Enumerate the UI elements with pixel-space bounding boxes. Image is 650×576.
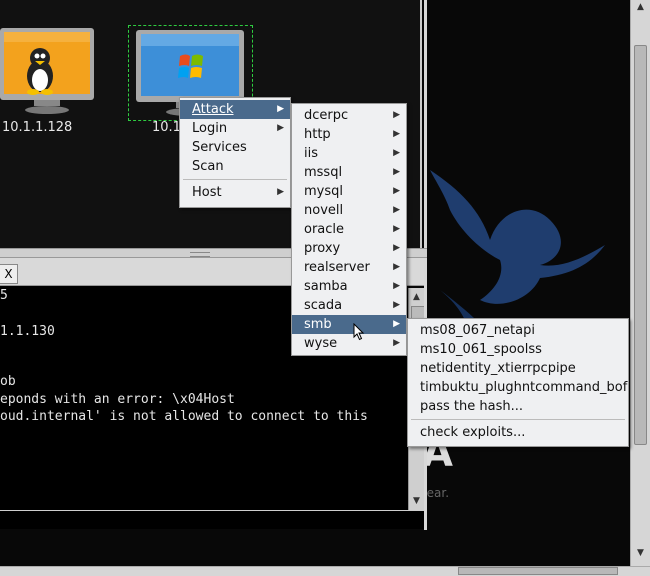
scroll-down-icon[interactable]: ▼ xyxy=(413,496,420,506)
menu-item-attack[interactable]: Attack ▶ xyxy=(180,100,290,119)
menu-item-login[interactable]: Login ▶ xyxy=(180,119,290,138)
console-line: oud.internal' is not allowed to connect … xyxy=(0,409,368,424)
host-context-menu: Attack ▶ Login ▶ Services Scan Host ▶ xyxy=(179,97,291,208)
mouse-cursor-icon xyxy=(353,323,365,341)
submenu-arrow-icon: ▶ xyxy=(393,281,400,291)
menu-item-label: Host xyxy=(192,185,222,200)
menu-item-label: novell xyxy=(304,203,344,218)
menu-item-services[interactable]: Services xyxy=(180,138,290,157)
console-line: ob xyxy=(0,374,16,389)
divider-grip[interactable] xyxy=(190,252,210,257)
submenu-arrow-icon: ▶ xyxy=(393,319,400,329)
menu-item-http[interactable]: http ▶ xyxy=(292,125,406,144)
menu-item-samba[interactable]: samba ▶ xyxy=(292,277,406,296)
menu-item-label: pass the hash... xyxy=(420,399,523,414)
menu-item-label: http xyxy=(304,127,331,142)
menu-item-ms10-061-spoolss[interactable]: ms10_061_spoolss xyxy=(408,340,628,359)
menu-item-novell[interactable]: novell ▶ xyxy=(292,201,406,220)
host-linux[interactable] xyxy=(0,26,96,116)
menu-item-label: scada xyxy=(304,298,343,313)
menu-item-label: proxy xyxy=(304,241,341,256)
menu-item-realserver[interactable]: realserver ▶ xyxy=(292,258,406,277)
menu-separator xyxy=(183,179,287,180)
menu-item-smb[interactable]: smb ▶ xyxy=(292,315,406,334)
menu-item-label: Scan xyxy=(192,159,224,174)
menu-item-pass-the-hash[interactable]: pass the hash... xyxy=(408,397,628,416)
tab-close-button[interactable]: X xyxy=(0,264,18,284)
submenu-arrow-icon: ▶ xyxy=(393,224,400,234)
scroll-up-icon[interactable]: ▲ xyxy=(413,292,420,302)
submenu-arrow-icon: ▶ xyxy=(393,148,400,158)
menu-item-iis[interactable]: iis ▶ xyxy=(292,144,406,163)
menu-item-label: ms10_061_spoolss xyxy=(420,342,542,357)
linux-monitor-icon xyxy=(0,28,94,114)
menu-item-scan[interactable]: Scan xyxy=(180,157,290,176)
smb-exploit-submenu: ms08_067_netapi ms10_061_spoolss netiden… xyxy=(407,318,629,447)
menu-item-label: realserver xyxy=(304,260,370,275)
menu-item-ms08-067-netapi[interactable]: ms08_067_netapi xyxy=(408,321,628,340)
submenu-arrow-icon: ▶ xyxy=(393,110,400,120)
host-label-linux[interactable]: 10.1.1.128 xyxy=(2,120,72,135)
console-input-bar[interactable] xyxy=(0,510,427,529)
menu-item-label: timbuktu_plughntcommand_bof xyxy=(420,380,628,395)
scroll-up-icon[interactable]: ▲ xyxy=(637,2,644,12)
submenu-arrow-icon: ▶ xyxy=(393,167,400,177)
console-line: 5 xyxy=(0,288,8,303)
menu-item-label: Services xyxy=(192,140,247,155)
submenu-arrow-icon: ▶ xyxy=(277,104,284,114)
menu-item-label: iis xyxy=(304,146,318,161)
attack-submenu: dcerpc ▶ http ▶ iis ▶ mssql ▶ mysql ▶ novell ▶… xyxy=(291,103,407,356)
submenu-arrow-icon: ▶ xyxy=(277,123,284,133)
menu-item-host[interactable]: Host ▶ xyxy=(180,183,290,202)
submenu-arrow-icon: ▶ xyxy=(393,262,400,272)
menu-separator xyxy=(411,419,625,420)
panel-border xyxy=(424,0,427,252)
menu-item-label: dcerpc xyxy=(304,108,349,123)
menu-item-oracle[interactable]: oracle ▶ xyxy=(292,220,406,239)
menu-item-check-exploits[interactable]: check exploits... xyxy=(408,423,628,442)
console-line: eponds with an error: \x04Host xyxy=(0,392,235,407)
menu-item-mysql[interactable]: mysql ▶ xyxy=(292,182,406,201)
menu-item-label: oracle xyxy=(304,222,345,237)
menu-item-label: ms08_067_netapi xyxy=(420,323,535,338)
submenu-arrow-icon: ▶ xyxy=(393,300,400,310)
menu-item-label: mysql xyxy=(304,184,343,199)
menu-item-label: check exploits... xyxy=(420,425,526,440)
submenu-arrow-icon: ▶ xyxy=(277,187,284,197)
menu-item-mssql[interactable]: mssql ▶ xyxy=(292,163,406,182)
vertical-scroll-thumb[interactable] xyxy=(634,45,647,445)
menu-item-netidentity-xtierrpcpipe[interactable]: netidentity_xtierrpcpipe xyxy=(408,359,628,378)
submenu-arrow-icon: ▶ xyxy=(393,186,400,196)
submenu-arrow-icon: ▶ xyxy=(393,129,400,139)
console-line: 1.1.130 xyxy=(0,324,55,339)
menu-item-label: mssql xyxy=(304,165,343,180)
menu-item-wyse[interactable]: wyse ▶ xyxy=(292,334,406,353)
submenu-arrow-icon: ▶ xyxy=(393,338,400,348)
menu-item-label: wyse xyxy=(304,336,338,351)
menu-item-label: samba xyxy=(304,279,348,294)
scroll-down-icon[interactable]: ▼ xyxy=(637,548,644,558)
submenu-arrow-icon: ▶ xyxy=(393,243,400,253)
menu-item-label: smb xyxy=(304,317,332,332)
menu-item-timbuktu-plughntcommand-bof[interactable]: timbuktu_plughntcommand_bof xyxy=(408,378,628,397)
menu-item-label: netidentity_xtierrpcpipe xyxy=(420,361,576,376)
menu-item-label: Attack xyxy=(192,102,234,117)
submenu-arrow-icon: ▶ xyxy=(393,205,400,215)
menu-item-scada[interactable]: scada ▶ xyxy=(292,296,406,315)
horizontal-scroll-thumb[interactable] xyxy=(458,567,618,575)
menu-item-proxy[interactable]: proxy ▶ xyxy=(292,239,406,258)
menu-item-dcerpc[interactable]: dcerpc ▶ xyxy=(292,106,406,125)
menu-item-label: Login xyxy=(192,121,228,136)
